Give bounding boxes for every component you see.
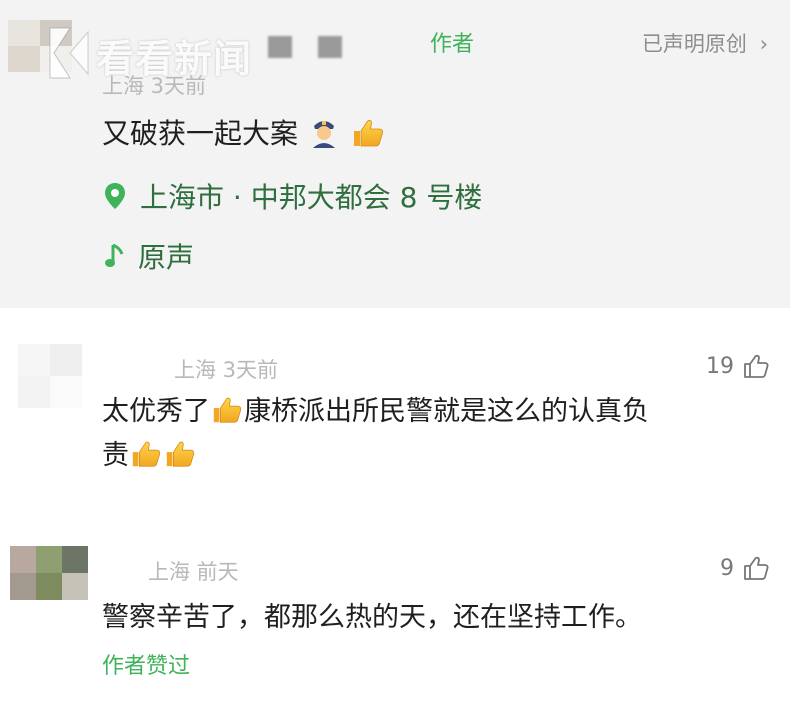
post-text: 又破获一起大案 [102,112,386,152]
comment-text-part: 责 [102,440,129,471]
police-officer-emoji-icon [313,121,336,148]
comment-like-button[interactable]: 9 [720,554,770,582]
post-meta: 上海 3天前 [102,74,207,98]
original-claim-label: 已声明原创 [641,32,747,56]
comment-text: 警察辛苦了，都那么热的天，还在坚持工作。 [102,602,642,633]
author-liked-label: 作者赞过 [102,654,191,679]
author-name-redacted [268,36,292,58]
author-badge: 作者 [430,32,475,57]
sound-label: 原声 [138,241,195,274]
thumbs-up-emoji-icon [210,392,244,426]
like-count: 19 [706,353,734,379]
post-text-content: 又破获一起大案 [102,117,299,150]
kankan-logo-icon [49,27,89,79]
author-name-redacted [318,36,342,58]
thumbs-up-emoji-icon [350,114,386,150]
sound-link[interactable]: 原声 [104,236,194,276]
comment-text: 太优秀了 康桥派出所民警就是这么的认真负 责 [102,390,649,478]
thumbs-up-emoji-icon [129,436,163,470]
commenter-avatar[interactable] [18,344,82,408]
original-claim-link[interactable]: 已声明原创 › [642,28,768,58]
commenter-avatar[interactable] [10,546,88,600]
post-card: 看看新闻 作者 已声明原创 › 上海 3天前 又破获一起大案 上海市 · 中邦大… [0,0,790,308]
music-note-icon [105,243,124,267]
chevron-right-icon: › [759,32,768,56]
location-label: 上海市 · 中邦大都会 8 号楼 [140,181,483,214]
location-pin-icon [105,183,125,209]
thumbs-up-outline-icon [742,352,770,380]
comment-meta: 上海 前天 [148,560,239,584]
location-link[interactable]: 上海市 · 中邦大都会 8 号楼 [104,176,482,216]
thumbs-up-outline-icon [742,554,770,582]
comment-meta: 上海 3天前 [174,358,279,382]
like-count: 9 [720,555,734,581]
thumbs-up-emoji-icon [163,436,197,470]
comment-text-part: 太优秀了 [102,396,210,427]
comment-like-button[interactable]: 19 [706,352,770,380]
comment-text-part: 康桥派出所民警就是这么的认真负 [244,396,649,427]
